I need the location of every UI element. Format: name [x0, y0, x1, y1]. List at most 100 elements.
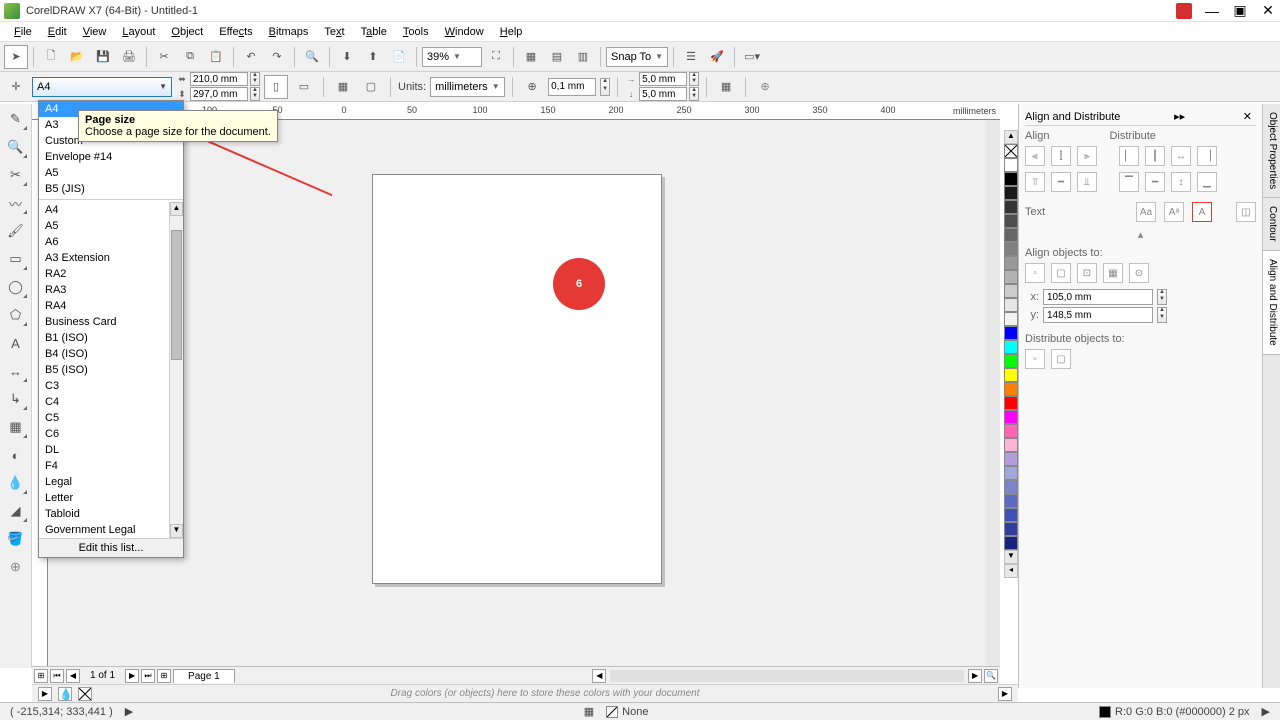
- align-center-h-icon[interactable]: ⫿: [1051, 146, 1071, 166]
- dd-item[interactable]: A5: [39, 218, 169, 234]
- dd-item[interactable]: Tabloid: [39, 506, 169, 522]
- dist-top-icon[interactable]: ▔: [1119, 172, 1139, 192]
- dd-item[interactable]: Government Legal: [39, 522, 169, 538]
- menu-tools[interactable]: Tools: [395, 24, 437, 40]
- width-spinner[interactable]: ▲▼: [250, 72, 260, 86]
- color-swatch[interactable]: [1004, 200, 1018, 214]
- cut-icon[interactable]: ✂: [152, 45, 176, 69]
- docker-tab-align-distribute[interactable]: Align and Distribute: [1263, 251, 1280, 355]
- color-swatch[interactable]: [1004, 438, 1018, 452]
- shape-tool-icon[interactable]: ✛: [4, 75, 28, 99]
- h-scroll-right-icon[interactable]: ▶: [968, 669, 982, 683]
- page-size-combo[interactable]: A4 ▼: [32, 77, 172, 97]
- dupe-x-spinner[interactable]: ▲▼: [689, 72, 699, 86]
- dd-item[interactable]: A4: [39, 202, 169, 218]
- align-x-input[interactable]: [1043, 289, 1153, 305]
- color-swatch[interactable]: [1004, 326, 1018, 340]
- import-icon[interactable]: ⬇: [335, 45, 359, 69]
- print-icon[interactable]: 🖨: [117, 45, 141, 69]
- dd-item[interactable]: RA2: [39, 266, 169, 282]
- scroll-down-icon[interactable]: ▼: [170, 524, 183, 538]
- color-swatch[interactable]: [1004, 382, 1018, 396]
- minimize-button[interactable]: —: [1204, 3, 1220, 19]
- color-swatch[interactable]: [1004, 242, 1018, 256]
- color-swatch[interactable]: [1004, 494, 1018, 508]
- page-tab-1[interactable]: Page 1: [173, 669, 235, 683]
- dist-center-h-icon[interactable]: ┃: [1145, 146, 1165, 166]
- outline-swatch[interactable]: [1099, 706, 1111, 718]
- dd-item[interactable]: DL: [39, 442, 169, 458]
- first-page-icon[interactable]: ⏮: [50, 669, 64, 683]
- h-scroll-left-icon[interactable]: ◀: [592, 669, 606, 683]
- snap-combo[interactable]: Snap To▼: [606, 47, 668, 67]
- dd-item[interactable]: Business Card: [39, 314, 169, 330]
- docker-options-icon[interactable]: ▸▸: [1170, 110, 1189, 123]
- palette-menu-icon[interactable]: ▶: [998, 687, 1012, 701]
- landscape-icon[interactable]: ▭: [292, 75, 316, 99]
- color-swatch[interactable]: [1004, 270, 1018, 284]
- fill-swatch[interactable]: [606, 706, 618, 718]
- add-preset-icon[interactable]: ⊕: [753, 75, 777, 99]
- palette-flyout-icon[interactable]: ◂: [1004, 564, 1018, 578]
- dd-item[interactable]: B4 (ISO): [39, 346, 169, 362]
- dd-item[interactable]: RA4: [39, 298, 169, 314]
- polygon-tool-icon[interactable]: ⬠: [3, 302, 29, 328]
- new-icon[interactable]: 🗋: [39, 45, 63, 69]
- dd-item-a5[interactable]: A5: [39, 165, 183, 181]
- add-page-before-icon[interactable]: ⊞: [34, 669, 48, 683]
- app-launcher-icon[interactable]: ▭▾: [740, 45, 764, 69]
- menu-file[interactable]: File: [6, 24, 40, 40]
- connector-tool-icon[interactable]: ↳: [3, 386, 29, 412]
- scroll-thumb[interactable]: [171, 230, 182, 360]
- nudge-spinner[interactable]: ▲▼: [600, 78, 610, 96]
- dupe-y-spinner[interactable]: ▲▼: [689, 87, 699, 101]
- curve-tool-icon[interactable]: 〰: [3, 190, 29, 216]
- transparency-tool-icon[interactable]: ◐: [3, 442, 29, 468]
- drop-shadow-icon[interactable]: ▦: [3, 414, 29, 440]
- save-icon[interactable]: 💾: [91, 45, 115, 69]
- docker-tab-contour[interactable]: Contour: [1263, 198, 1280, 251]
- dist-page-icon[interactable]: ▢: [1051, 349, 1071, 369]
- current-page-icon[interactable]: ▢: [359, 75, 383, 99]
- height-spinner[interactable]: ▲▼: [250, 87, 260, 101]
- eyedropper-tool-icon[interactable]: 💧: [3, 470, 29, 496]
- text-baseline-icon[interactable]: Aa: [1136, 202, 1156, 222]
- search-icon[interactable]: 🔍: [300, 45, 324, 69]
- color-swatch[interactable]: [1004, 480, 1018, 494]
- color-swatch[interactable]: [1004, 298, 1018, 312]
- next-page-icon[interactable]: ▶: [125, 669, 139, 683]
- color-swatch[interactable]: [1004, 522, 1018, 536]
- units-combo[interactable]: millimeters▼: [430, 77, 505, 97]
- color-swatch[interactable]: [1004, 466, 1018, 480]
- open-icon[interactable]: 📂: [65, 45, 89, 69]
- all-pages-icon[interactable]: ▦: [331, 75, 355, 99]
- smart-fill-icon[interactable]: 🪣: [3, 526, 29, 552]
- launch-icon[interactable]: 🚀: [705, 45, 729, 69]
- docker-tab-object-properties[interactable]: Object Properties: [1263, 104, 1280, 198]
- quick-customize-icon[interactable]: ⊕: [3, 554, 29, 580]
- treat-as-filled-icon[interactable]: ▦: [714, 75, 738, 99]
- undo-icon[interactable]: ↶: [239, 45, 263, 69]
- text-tool-icon[interactable]: A: [3, 330, 29, 356]
- color-swatch[interactable]: [1004, 340, 1018, 354]
- rulers-icon[interactable]: ▦: [519, 45, 543, 69]
- color-swatch[interactable]: [1004, 214, 1018, 228]
- freehand-tool-icon[interactable]: ✎: [3, 106, 29, 132]
- menu-help[interactable]: Help: [492, 24, 531, 40]
- color-swatch[interactable]: [1004, 172, 1018, 186]
- menu-edit[interactable]: Edit: [40, 24, 75, 40]
- color-swatch[interactable]: [1004, 284, 1018, 298]
- text-box-icon[interactable]: A: [1192, 202, 1212, 222]
- ellipse-tool-icon[interactable]: ◯: [3, 274, 29, 300]
- dist-right-icon[interactable]: ▕: [1197, 146, 1217, 166]
- menu-text[interactable]: Text: [316, 24, 352, 40]
- navigator-icon[interactable]: 🔍: [984, 669, 998, 683]
- dist-center-v-icon[interactable]: ━: [1145, 172, 1165, 192]
- align-grid-icon[interactable]: ▦: [1103, 263, 1123, 283]
- maximize-button[interactable]: ▣: [1232, 3, 1248, 19]
- color-swatch[interactable]: [1004, 312, 1018, 326]
- dist-bottom-icon[interactable]: ▁: [1197, 172, 1217, 192]
- color-swatch[interactable]: [1004, 410, 1018, 424]
- color-swatch[interactable]: [1004, 368, 1018, 382]
- outline-icon[interactable]: ◫: [1236, 202, 1256, 222]
